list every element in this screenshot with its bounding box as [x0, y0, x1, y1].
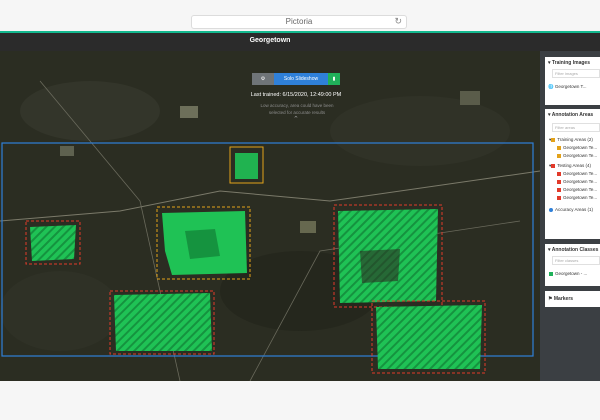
annotation-class-item[interactable]: Georgetown - ... [549, 271, 587, 276]
terrain-patch [20, 81, 160, 141]
testing-area-item[interactable]: Georgetown Te... [557, 187, 597, 192]
document-icon[interactable]: ▮ [328, 73, 340, 85]
slideshow-button[interactable]: Solo Slideshow [274, 73, 328, 85]
terrain-patch [0, 271, 120, 351]
class-annotation [114, 293, 212, 351]
globe-icon: 🌐 [548, 84, 554, 89]
training-area-item[interactable]: Georgetown Te... [557, 153, 597, 158]
terrain-patch [330, 96, 510, 166]
training-areas-group[interactable]: ▾ Training Areas (2) [549, 137, 593, 143]
areas-filter-input[interactable]: Filter areas [552, 123, 600, 132]
class-annotation [235, 153, 258, 179]
testing-area-item[interactable]: Georgetown Te... [557, 171, 597, 176]
browser-footer [0, 381, 600, 420]
reload-icon[interactable]: ↻ [394, 16, 402, 27]
last-trained-label: Last trained: 6/15/2020, 12:49:00 PM [250, 92, 342, 98]
accuracy-areas-group[interactable]: Accuracy Areas (1) [549, 207, 593, 212]
address-bar[interactable]: Pictoria ↻ [191, 15, 407, 29]
field-patch [300, 221, 316, 233]
annotation-classes-header[interactable]: ▾ Annotation Classes [548, 247, 598, 253]
app-window: Georgetown ⚙ Solo Slideshow ▮ Last train… [0, 31, 600, 381]
map-canvas [0, 51, 540, 381]
annotation-areas-card: ▾ Annotation Areas Filter areas ▾ Trainin… [545, 109, 600, 239]
training-area-item[interactable]: Georgetown Te... [557, 145, 597, 150]
classes-filter-input[interactable]: Filter classes [552, 256, 600, 265]
training-image-item[interactable]: 🌐 Georgetown T... [548, 84, 587, 90]
training-images-card: ▾ Training Images Filter images 🌐 George… [545, 57, 600, 105]
markers-card[interactable]: ⚑ Markers [545, 291, 600, 307]
field-patch [60, 146, 74, 156]
accuracy-hint: Low accuracy, area could have been selec… [260, 103, 334, 115]
flag-icon: ⚑ [548, 296, 553, 302]
annotation-classes-card: ▾ Annotation Classes Filter classes Geor… [545, 244, 600, 286]
model-controls: ⚙ Solo Slideshow ▮ [252, 73, 340, 85]
gear-icon[interactable]: ⚙ [252, 73, 274, 85]
testing-area-item[interactable]: Georgetown Te... [557, 195, 597, 200]
satellite-map[interactable]: ⚙ Solo Slideshow ▮ Last trained: 6/15/20… [0, 51, 540, 381]
chevron-up-icon[interactable]: ⌃ [293, 115, 299, 123]
field-patch [460, 91, 480, 105]
project-header: Georgetown [0, 31, 600, 51]
testing-area-item[interactable]: Georgetown Te... [557, 179, 597, 184]
right-sidebar: ▾ Training Images Filter images 🌐 George… [540, 51, 600, 381]
class-annotation [30, 225, 76, 261]
markers-header[interactable]: ⚑ Markers [548, 296, 573, 302]
field-patch [180, 106, 198, 118]
images-filter-input[interactable]: Filter images [552, 69, 600, 78]
training-images-header[interactable]: ▾ Training Images [548, 60, 590, 66]
tab-title: Pictoria [285, 17, 313, 26]
terrain-gap [360, 249, 400, 283]
testing-areas-group[interactable]: ▾ Testing Areas (4) [549, 163, 591, 169]
annotation-areas-header[interactable]: ▾ Annotation Areas [548, 112, 593, 118]
class-annotation [185, 229, 220, 259]
project-name: Georgetown [249, 37, 291, 44]
class-annotation [376, 305, 482, 369]
